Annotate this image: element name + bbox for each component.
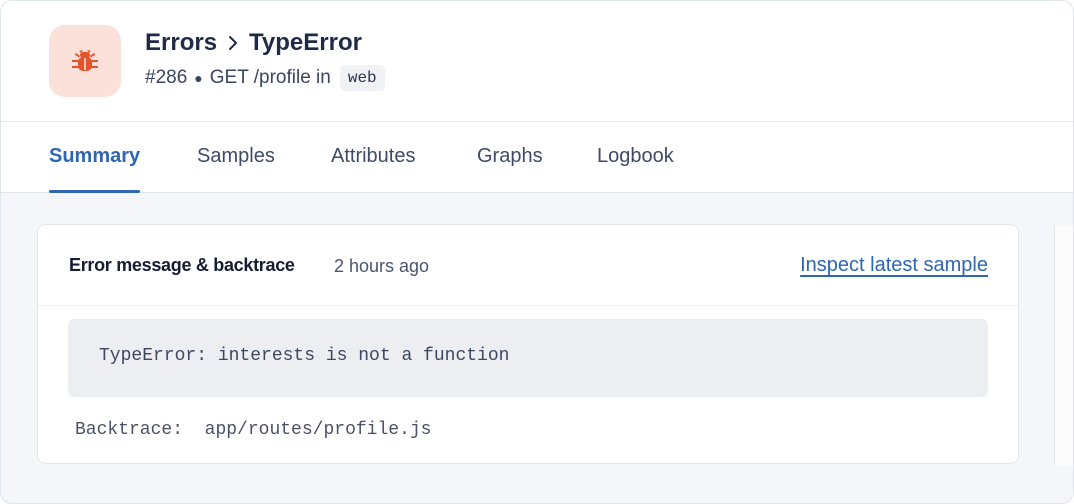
tab-samples[interactable]: Samples	[197, 122, 275, 192]
tab-summary[interactable]: Summary	[49, 122, 141, 193]
backtrace-label: Backtrace:	[75, 420, 184, 440]
environment-tag: web	[339, 65, 385, 91]
page-header: Errors TypeError #286 ● GET /profile in …	[1, 1, 1073, 121]
card-timestamp: 2 hours ago	[334, 256, 430, 276]
error-message-card: Error message & backtrace 2 hours ago In…	[37, 224, 1019, 464]
chevron-right-icon	[227, 35, 239, 51]
backtrace-path[interactable]: app/routes/profile.js	[205, 420, 432, 440]
inspect-latest-sample-link[interactable]: Inspect latest sample	[800, 254, 988, 277]
card-title: Error message & backtrace	[69, 255, 295, 275]
incident-action: GET /profile in	[209, 67, 331, 88]
breadcrumb-errors[interactable]: Errors	[145, 29, 217, 57]
incident-number: #286	[145, 67, 188, 88]
side-panel-edge	[1054, 226, 1073, 466]
incident-subtitle: #286 ● GET /profile in web	[145, 65, 385, 91]
tab-logbook[interactable]: Logbook	[597, 122, 674, 192]
breadcrumb: Errors TypeError	[145, 29, 362, 57]
backtrace-line: Backtrace: app/routes/profile.js	[75, 420, 431, 440]
tab-attributes[interactable]: Attributes	[331, 122, 415, 192]
tab-bar: Summary Samples Attributes Graphs Logboo…	[1, 121, 1073, 193]
breadcrumb-current: TypeError	[249, 29, 362, 56]
error-type-badge	[49, 25, 121, 97]
tab-graphs[interactable]: Graphs	[477, 122, 543, 192]
error-detail-window: Errors TypeError #286 ● GET /profile in …	[0, 0, 1074, 504]
separator-dot: ●	[194, 70, 203, 86]
bug-icon	[67, 41, 103, 82]
card-header: Error message & backtrace 2 hours ago In…	[38, 225, 1018, 306]
error-message-box: TypeError: interests is not a function	[68, 319, 988, 397]
error-message-text: TypeError: interests is not a function	[99, 346, 510, 366]
